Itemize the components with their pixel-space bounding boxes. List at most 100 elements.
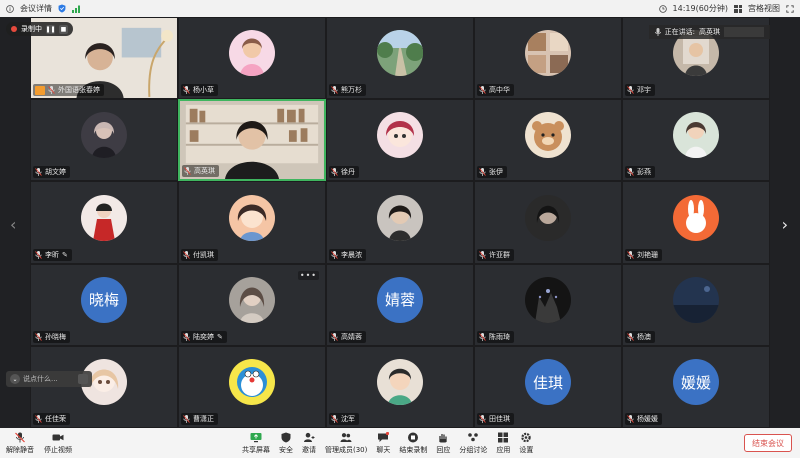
end-meeting-button[interactable]: 结束会议 (744, 434, 792, 452)
mic-muted-icon (15, 432, 25, 442)
share-screen-button[interactable]: 共享屏幕 (242, 428, 270, 458)
meeting-timer: 14:19(60分钟) (672, 4, 728, 13)
unmute-button[interactable]: 解除静音 (6, 428, 34, 458)
participant-tile[interactable]: 高中华 (474, 17, 622, 100)
chevron-down-icon[interactable]: ⌄ (10, 374, 20, 384)
participant-name: 杨小草 (193, 86, 214, 95)
participant-name: 高中华 (489, 86, 510, 95)
participant-tile[interactable]: 彭燕 (622, 99, 770, 182)
participant-tile[interactable]: 杨澳 (622, 263, 770, 346)
text-avatar: 晓梅 (81, 276, 127, 323)
grid-view-icon[interactable] (734, 4, 742, 13)
speaking-name: 高英琪 (699, 28, 720, 36)
participant-name-bar: 付凯琪 (181, 248, 218, 261)
meeting-window: 会议详情 14:19(60分钟) 宫格视图 外国语张春婷 杨小草 熊万杉 高中华… (0, 0, 800, 458)
participant-name-bar: 杨小草 (181, 84, 218, 97)
participant-name: 外国语张春婷 (58, 86, 100, 95)
speaker-thumbnail (724, 27, 764, 37)
avatar (377, 359, 423, 406)
meeting-details-link[interactable]: 会议详情 (20, 3, 52, 14)
participant-tile[interactable]: 付凯琪 (178, 181, 326, 264)
mic-muted-icon (183, 414, 190, 423)
mic-muted-icon (479, 250, 486, 259)
mic-muted-icon (479, 86, 486, 95)
participant-name: 张伊 (489, 168, 503, 177)
participant-tile[interactable]: 晓梅 孙晓梅 (30, 263, 178, 346)
manage-members-button[interactable]: 管理成员(30) (325, 428, 367, 458)
avatar (377, 30, 423, 77)
participant-tile[interactable]: 李晨浓 (326, 181, 474, 264)
participant-tile[interactable]: 沈军 (326, 345, 474, 428)
hand-raise-icon (439, 433, 448, 442)
shield-icon[interactable] (58, 4, 66, 13)
participant-tile[interactable]: 胡文婷 (30, 99, 178, 182)
avatar (229, 30, 275, 77)
participant-name: 任佳荣 (45, 414, 66, 423)
participant-tile[interactable]: 曹潇正 (178, 345, 326, 428)
mic-muted-icon (183, 86, 190, 95)
security-button[interactable]: 安全 (279, 428, 293, 458)
shield-icon (281, 432, 291, 442)
participant-tile[interactable]: 杨小草 (178, 17, 326, 100)
participant-tile[interactable]: 许亚群 (474, 181, 622, 264)
breakout-button[interactable]: 分组讨论 (459, 428, 487, 458)
participant-tile[interactable]: 李昕 ✎ (30, 181, 178, 264)
more-options-icon[interactable]: ••• (297, 270, 319, 280)
mic-muted-icon (627, 86, 634, 95)
prev-page-arrow-icon[interactable]: ‹ (10, 215, 16, 234)
participant-name-bar: 杨媛媛 (625, 412, 662, 425)
chat-button[interactable]: 聊天 (376, 428, 390, 458)
reaction-button[interactable]: 回应 (436, 428, 450, 458)
participant-name-bar: 田佳琪 (477, 412, 514, 425)
stop-video-button[interactable]: 停止视频 (44, 428, 72, 458)
participant-name: 李晨浓 (341, 250, 362, 259)
pause-record-button[interactable]: ❚❚ (45, 24, 56, 34)
fullscreen-icon[interactable] (786, 4, 794, 13)
participant-tile[interactable]: 张伊 (474, 99, 622, 182)
participant-name-bar: 彭燕 (625, 166, 655, 179)
participant-name: 许亚群 (489, 250, 510, 259)
participant-tile[interactable]: 高英琪 (178, 99, 326, 182)
next-page-arrow-icon[interactable]: › (782, 215, 788, 234)
mic-muted-icon (479, 332, 486, 341)
participant-name-bar: 外国语张春婷 (33, 84, 104, 97)
participant-tile[interactable]: 媛媛 杨媛媛 (622, 345, 770, 428)
participant-tile[interactable]: 刘艳珊 (622, 181, 770, 264)
apps-icon (498, 432, 509, 442)
avatar (673, 194, 719, 241)
text-avatar: 媛媛 (673, 359, 719, 406)
chat-input[interactable]: 说点什么... (23, 374, 58, 384)
invite-button[interactable]: 邀请 (302, 428, 316, 458)
emoji-icon[interactable] (78, 374, 88, 384)
camera-icon (52, 434, 64, 440)
participant-name: 高英琪 (194, 167, 215, 176)
mic-muted-icon (183, 332, 190, 341)
participant-name: 孙晓梅 (45, 332, 66, 341)
mic-muted-icon (627, 250, 634, 259)
avatar (525, 276, 571, 323)
avatar (81, 194, 127, 241)
group-icon (468, 432, 479, 441)
participant-tile[interactable]: 婧蓉 高婧蓉 (326, 263, 474, 346)
view-switch[interactable]: 宫格视图 (748, 3, 780, 14)
mic-muted-icon (48, 86, 55, 95)
mic-muted-icon (627, 414, 634, 423)
end-record-button[interactable]: 结束录制 (399, 428, 427, 458)
participant-name: 徐丹 (341, 168, 355, 177)
participant-tile[interactable]: 陈雨琦 (474, 263, 622, 346)
participant-tile[interactable]: 佳琪 田佳琪 (474, 345, 622, 428)
participant-name: 杨媛媛 (637, 414, 658, 423)
stop-record-button[interactable]: ■ (59, 24, 68, 34)
participant-name-bar: 高英琪 (182, 165, 219, 178)
info-icon[interactable] (6, 4, 14, 13)
participant-tile[interactable]: 熊万杉 (326, 17, 474, 100)
avatar (673, 112, 719, 159)
chat-box[interactable]: ⌄ 说点什么... (6, 371, 92, 387)
apps-button[interactable]: 应用 (496, 428, 510, 458)
settings-button[interactable]: 设置 (519, 428, 533, 458)
participant-name: 田佳琪 (489, 414, 510, 423)
participant-tile[interactable]: 徐丹 (326, 99, 474, 182)
participant-name: 陈雨琦 (489, 332, 510, 341)
gear-icon (521, 432, 532, 442)
participant-tile[interactable]: ••• 陆奕婷 ✎ (178, 263, 326, 346)
